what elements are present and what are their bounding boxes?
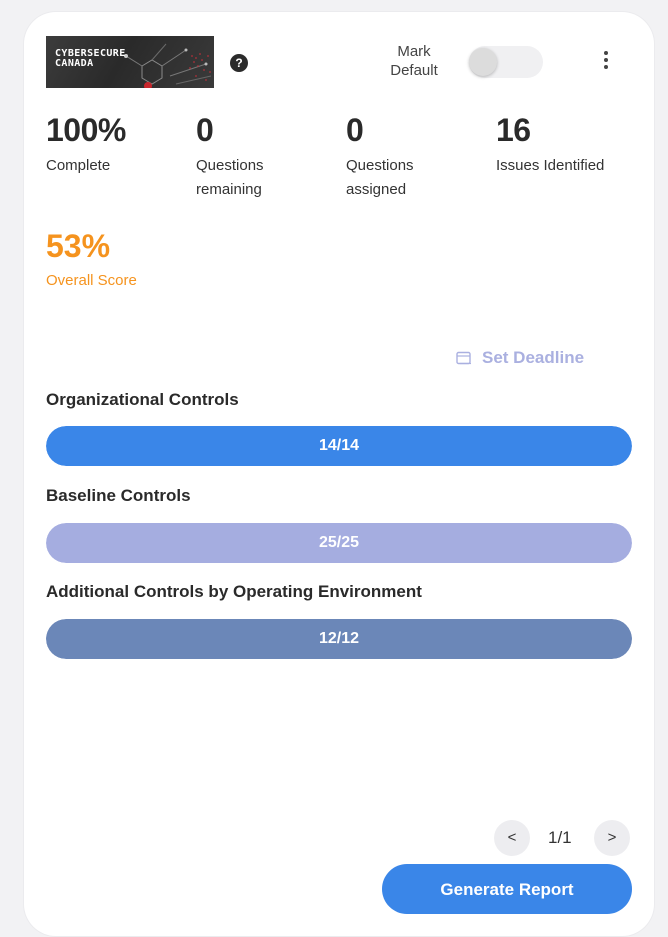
next-page-button[interactable]: > bbox=[594, 820, 630, 856]
mark-default-label: Mark Default bbox=[390, 43, 438, 79]
page-indicator: 1/1 bbox=[548, 828, 572, 847]
assessment-card: CYBERSECURE CANADA ? Mark Default 100% C… bbox=[24, 12, 654, 936]
category-title: Baseline Controls bbox=[46, 486, 191, 505]
progress-label: 12/12 bbox=[318, 630, 360, 647]
set-deadline-label: Set Deadline bbox=[482, 348, 585, 367]
stat-label: Issues Identified bbox=[496, 157, 605, 174]
logo-text: CYBERSECURE CANADA bbox=[55, 48, 126, 69]
stat-label: Questions assigned bbox=[346, 157, 414, 198]
stat-issues-identified: 16 Issues Identified bbox=[496, 112, 636, 178]
score-value: 53% bbox=[46, 228, 111, 264]
kebab-menu-icon[interactable] bbox=[599, 48, 613, 74]
stat-value: 0 bbox=[346, 112, 364, 148]
set-deadline-button[interactable]: Set Deadline bbox=[456, 348, 584, 368]
toggle-knob bbox=[469, 48, 497, 76]
stat-questions-remaining: 0 Questions remaining bbox=[196, 112, 296, 202]
stat-value: 100% bbox=[46, 112, 126, 148]
overall-score: 53% Overall Score bbox=[46, 228, 137, 292]
stat-label: Complete bbox=[46, 157, 111, 174]
progress-label: 25/25 bbox=[318, 534, 360, 551]
score-label: Overall Score bbox=[46, 272, 137, 289]
category-progress-bar[interactable]: 25/25 bbox=[46, 523, 632, 563]
stat-questions-assigned: 0 Questions assigned bbox=[346, 112, 446, 202]
stat-value: 16 bbox=[496, 112, 531, 148]
generate-report-button[interactable]: Generate Report bbox=[382, 864, 632, 914]
prev-page-button[interactable]: < bbox=[494, 820, 530, 856]
progress-label: 14/14 bbox=[318, 437, 360, 454]
stat-complete: 100% Complete bbox=[46, 112, 186, 178]
question-circle-icon[interactable]: ? bbox=[230, 54, 248, 72]
category-progress-bar[interactable]: 12/12 bbox=[46, 619, 632, 659]
category-progress-bar[interactable]: 14/14 bbox=[46, 426, 632, 466]
category-title: Organizational Controls bbox=[46, 390, 239, 409]
category-title: Additional Controls by Operating Environ… bbox=[46, 582, 422, 601]
stat-value: 0 bbox=[196, 112, 214, 148]
stat-label: Questions remaining bbox=[196, 157, 264, 198]
mark-default-toggle[interactable] bbox=[469, 46, 543, 78]
cybersecure-canada-logo: CYBERSECURE CANADA bbox=[46, 36, 214, 88]
calendar-icon bbox=[456, 351, 471, 365]
